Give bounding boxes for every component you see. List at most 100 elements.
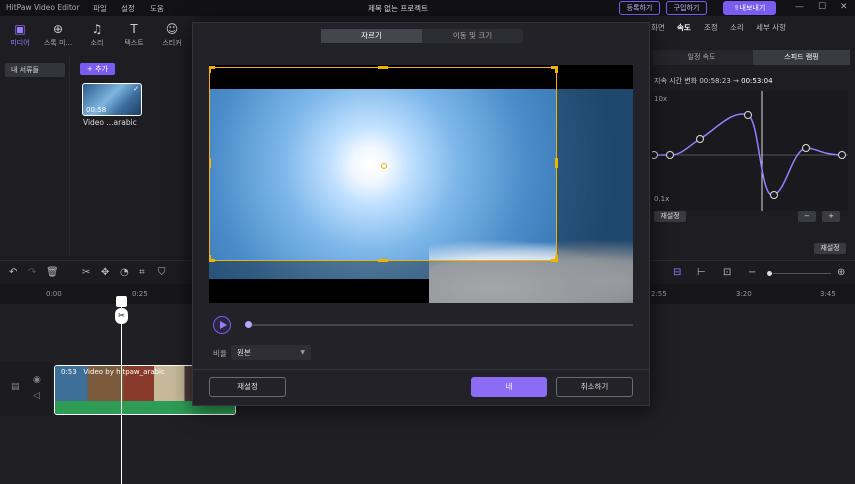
- crop-box[interactable]: [209, 66, 558, 262]
- tab-media[interactable]: ▣ 미디어: [4, 22, 36, 48]
- split-track-icon[interactable]: ⊢: [697, 267, 706, 278]
- zoom-out-icon[interactable]: −: [748, 267, 756, 278]
- redo-icon[interactable]: ↷: [28, 267, 36, 278]
- tab-sticker[interactable]: ☺ 스티커: [156, 22, 188, 48]
- playhead[interactable]: [121, 296, 122, 484]
- reset-button[interactable]: 재설정: [209, 377, 286, 397]
- media-icon: ▣: [14, 22, 26, 36]
- globe-icon: ⊕: [52, 22, 64, 36]
- ok-button[interactable]: 네: [471, 377, 547, 397]
- minimize-icon[interactable]: —: [795, 2, 804, 12]
- tab-crop[interactable]: 자르기: [321, 29, 422, 43]
- crop-icon[interactable]: ⌗: [139, 267, 145, 278]
- tab-stock-media[interactable]: ⊕ 스톡 미...: [42, 22, 74, 48]
- delete-icon[interactable]: 🗑: [46, 267, 59, 278]
- crop-preview: [209, 65, 633, 303]
- duration-to: 00:53:04: [741, 77, 773, 85]
- duration-change-info: 지속 시간 변화 00:58:23 → 00:53:04: [654, 76, 773, 86]
- tab-move-size[interactable]: 이동 및 크기: [422, 29, 523, 43]
- mask-icon[interactable]: ⛉: [158, 267, 166, 278]
- playhead-handle[interactable]: [116, 296, 127, 307]
- speed-mode-toggle: 일정 속도 스피드 램핑: [653, 50, 850, 65]
- media-sidebar: 내 서류들: [0, 56, 70, 256]
- text-icon: T: [130, 22, 138, 36]
- tab-adjust[interactable]: 조정: [704, 22, 718, 33]
- tab-text[interactable]: T 텍스트: [118, 22, 150, 48]
- duration-change-label: 지속 시간 변화: [654, 77, 698, 85]
- play-button[interactable]: [213, 316, 231, 334]
- graph-reset-button[interactable]: 재설정: [654, 211, 686, 222]
- register-button[interactable]: 등록하기: [619, 1, 660, 15]
- sticker-icon: ☺: [165, 22, 179, 36]
- keyframe-point: [652, 151, 658, 159]
- ruler-tick: 0:00: [46, 290, 62, 298]
- export-button[interactable]: ⇪내보내기: [723, 1, 776, 15]
- clip-label: 0:53 Video by hitpaw_arabic: [61, 368, 165, 376]
- zoom-slider[interactable]: [773, 273, 831, 274]
- keyframe-point: [696, 135, 704, 143]
- close-icon[interactable]: ✕: [840, 2, 848, 12]
- remove-point-button[interactable]: −: [798, 211, 816, 222]
- tab-details[interactable]: 세부 사항: [756, 22, 786, 33]
- keyframe-point: [770, 191, 778, 199]
- my-files-button[interactable]: 내 서류들: [5, 63, 65, 77]
- check-icon: ✓: [133, 85, 139, 93]
- keyframe-point: [744, 111, 752, 119]
- crop-tabs: 자르기 이동 및 크기: [321, 29, 523, 43]
- music-icon: ♫: [91, 22, 103, 36]
- move-icon[interactable]: ✥: [101, 267, 109, 278]
- zoom-in-icon[interactable]: ⊕: [837, 267, 845, 278]
- keyframe-point: [802, 144, 810, 152]
- split-icon[interactable]: ✂: [82, 267, 90, 278]
- app-title: HitPaw Video Editor: [6, 3, 80, 12]
- zoom-knob[interactable]: [767, 271, 772, 276]
- speed-ramp-graph[interactable]: 10x 0.1x: [652, 91, 848, 211]
- scissor-icon[interactable]: ✂: [115, 308, 128, 324]
- undo-icon[interactable]: ↶: [9, 267, 17, 278]
- add-media-button[interactable]: + 추가: [80, 63, 115, 75]
- thumbnail-duration: 00:58: [86, 106, 107, 114]
- ruler-tick: 3:20: [736, 290, 752, 298]
- media-thumbnail[interactable]: 00:58 ✓: [82, 83, 142, 116]
- eye-icon[interactable]: ◉: [33, 375, 41, 385]
- menu-help[interactable]: 도움: [150, 3, 164, 14]
- chevron-down-icon: ▼: [300, 349, 305, 356]
- keyframe-point: [838, 151, 846, 159]
- cancel-button[interactable]: 취소하기: [556, 377, 633, 397]
- arrow-icon: →: [733, 77, 739, 85]
- speaker-icon[interactable]: ◁: [33, 391, 40, 401]
- properties-panel: 화면 속도 조정 소리 세부 사항 일정 속도 스피드 램핑 지속 시간 변화 …: [648, 16, 855, 260]
- speed-reset-button[interactable]: 재설정: [814, 243, 846, 254]
- crop-center-point[interactable]: [381, 163, 387, 169]
- ruler-tick: 0:25: [132, 290, 148, 298]
- speed-ramping-option[interactable]: 스피드 램핑: [753, 50, 850, 65]
- thumbnail-name: Video ...arabic: [83, 118, 137, 127]
- ratio-select[interactable]: 원본 ▼: [231, 345, 311, 360]
- constant-speed-option[interactable]: 일정 속도: [653, 50, 750, 65]
- tab-sound[interactable]: 소리: [730, 22, 744, 33]
- project-title: 제목 없는 프로젝트: [368, 4, 428, 13]
- ruler-tick: 3:45: [820, 290, 836, 298]
- export-label: 내보내기: [739, 4, 766, 12]
- preview-progress-bar[interactable]: [249, 324, 633, 326]
- menu-file[interactable]: 파일: [93, 3, 107, 14]
- media-library: + 추가 00:58 ✓ Video ...arabic: [70, 56, 195, 256]
- tab-speed[interactable]: 속도: [677, 22, 691, 33]
- menu-settings[interactable]: 설정: [121, 3, 135, 14]
- add-point-button[interactable]: +: [822, 211, 840, 222]
- title-bar: HitPaw Video Editor 파일 설정 도움 제목 없는 프로젝트 …: [0, 0, 855, 16]
- maximize-icon[interactable]: ☐: [818, 2, 826, 12]
- track-header: ▤ ◉ ◁: [0, 362, 52, 416]
- buy-button[interactable]: 구입하기: [666, 1, 707, 15]
- ratio-value: 원본: [237, 348, 251, 357]
- lock-icon[interactable]: ▤: [11, 382, 20, 392]
- tab-screen[interactable]: 화면: [651, 22, 665, 33]
- snap-icon[interactable]: ⊟: [673, 267, 681, 278]
- fit-icon[interactable]: ⊡: [723, 267, 731, 278]
- keyframe-point: [666, 151, 674, 159]
- crop-dialog: 자르기 이동 및 크기 비율 원본 ▼ 재설정 네 취소하기: [192, 22, 650, 406]
- ratio-label: 비율: [213, 349, 227, 358]
- tab-audio[interactable]: ♫ 소리: [81, 22, 113, 48]
- speed-icon[interactable]: ◔: [120, 267, 129, 278]
- preview-progress-knob[interactable]: [245, 321, 252, 328]
